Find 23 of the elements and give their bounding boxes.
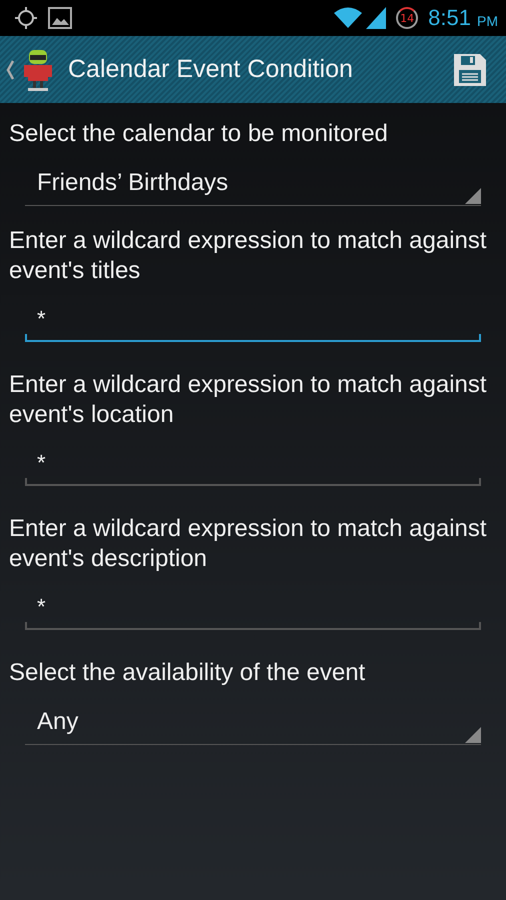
- wifi-icon: [334, 7, 362, 29]
- image-icon: [48, 7, 72, 29]
- field-label: Select the availability of the event: [9, 658, 366, 688]
- input-field[interactable]: *: [25, 586, 481, 630]
- field-label: Select the calendar to be monitored: [9, 119, 389, 149]
- signal-icon: [366, 7, 386, 29]
- screen-title: Calendar Event Condition: [68, 55, 354, 84]
- back-caret-icon[interactable]: [6, 60, 14, 80]
- field-label: Enter a wildcard expression to match against event's location: [9, 370, 488, 430]
- input-field[interactable]: *: [25, 298, 481, 342]
- crosshair-icon: [14, 6, 38, 30]
- clock: 8:51: [428, 5, 471, 31]
- clock-period: PM: [477, 13, 498, 29]
- dropdown-corner-icon: [465, 188, 481, 204]
- field-label: Enter a wildcard expression to match against event's description: [9, 514, 488, 574]
- field-label: Enter a wildcard expression to match against event's titles: [9, 226, 488, 286]
- robot-icon: [24, 48, 52, 92]
- input-field[interactable]: *: [25, 442, 481, 486]
- dropdown-corner-icon: [465, 727, 481, 743]
- notification-badge: 14: [396, 7, 418, 29]
- save-button[interactable]: [454, 54, 486, 86]
- dropdown[interactable]: Any: [25, 700, 481, 745]
- dropdown[interactable]: Friends’ Birthdays: [25, 161, 481, 206]
